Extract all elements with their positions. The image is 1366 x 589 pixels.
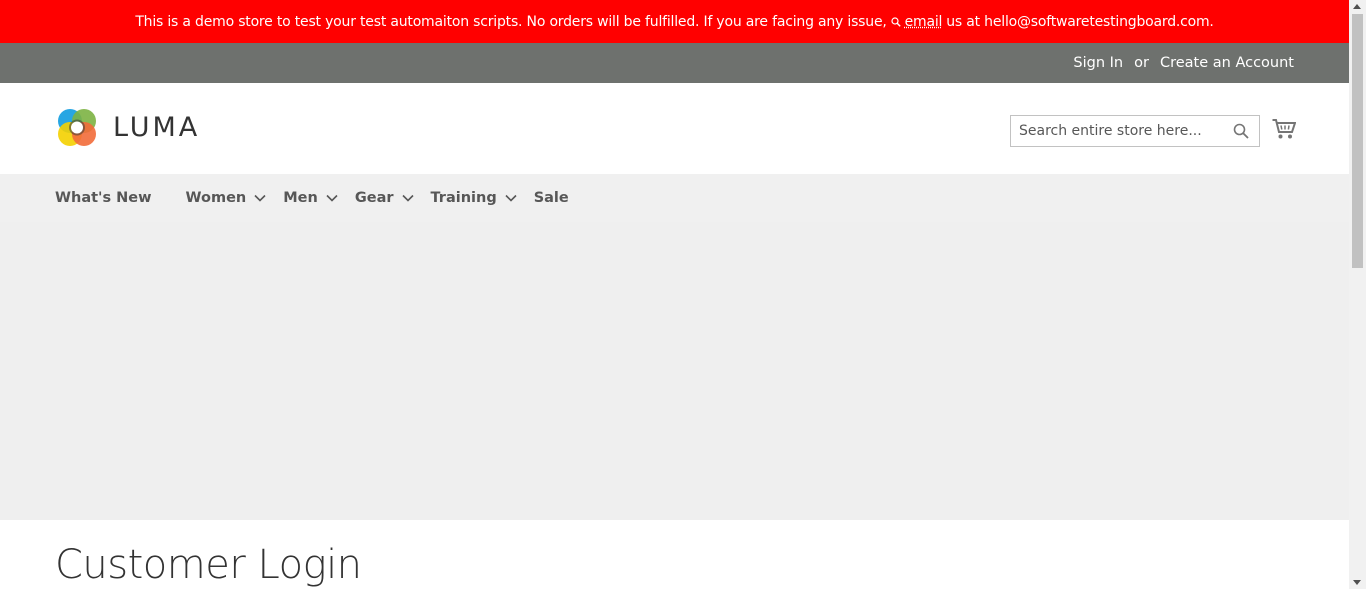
nav-item-label: Training — [430, 190, 497, 206]
nav-item-label: What's New — [55, 190, 152, 206]
or-separator: or — [1134, 55, 1149, 71]
nav-item-training[interactable]: Training — [431, 190, 517, 206]
nav-item-women[interactable]: Women — [186, 190, 267, 206]
scroll-down-arrow[interactable] — [1353, 580, 1361, 585]
nav-item-men[interactable]: Men — [283, 190, 338, 206]
luma-logo — [58, 109, 96, 146]
main-nav: What's New Women Men Gear Training Sale — [0, 174, 1349, 222]
cart-icon[interactable] — [1272, 118, 1296, 140]
vertical-scrollbar[interactable] — [1349, 0, 1366, 589]
nav-item-label: Sale — [533, 190, 569, 206]
sign-in-link[interactable]: Sign In — [1073, 55, 1123, 71]
notice-text-after: us at hello@softwaretestingboard.com. — [946, 13, 1214, 30]
top-links-bar: Sign In or Create an Account — [0, 43, 1349, 83]
search-icon — [891, 16, 901, 27]
chevron-down-icon — [401, 194, 414, 202]
nav-item-sale[interactable]: Sale — [534, 190, 569, 206]
demo-notice-bar: This is a demo store to test your test a… — [0, 0, 1349, 43]
search-input[interactable] — [1011, 116, 1224, 146]
page-title: Customer Login — [55, 542, 362, 588]
logo-text: LUMA — [113, 111, 201, 143]
logo-link[interactable]: LUMA — [55, 105, 200, 149]
email-link[interactable]: email — [905, 14, 943, 30]
search-box — [1010, 115, 1260, 147]
site-header: LUMA — [0, 83, 1349, 174]
chevron-down-icon — [326, 194, 338, 202]
nav-item-whats-new[interactable]: What's New — [55, 190, 152, 206]
main-content: Customer Login — [0, 520, 1349, 588]
chevron-down-icon — [254, 194, 266, 202]
chevron-down-icon — [505, 194, 517, 202]
nav-item-gear[interactable]: Gear — [355, 190, 414, 206]
nav-item-label: Women — [185, 190, 247, 206]
scroll-thumb[interactable] — [1352, 14, 1363, 268]
notice-text-before: This is a demo store to test your test a… — [135, 13, 887, 30]
scroll-up-arrow[interactable] — [1353, 4, 1361, 9]
nav-item-label: Men — [283, 190, 318, 206]
hero-banner-placeholder — [0, 222, 1349, 520]
create-account-link[interactable]: Create an Account — [1160, 55, 1294, 71]
nav-item-label: Gear — [354, 190, 394, 206]
page: This is a demo store to test your test a… — [0, 0, 1349, 589]
search-icon[interactable] — [1233, 123, 1249, 139]
